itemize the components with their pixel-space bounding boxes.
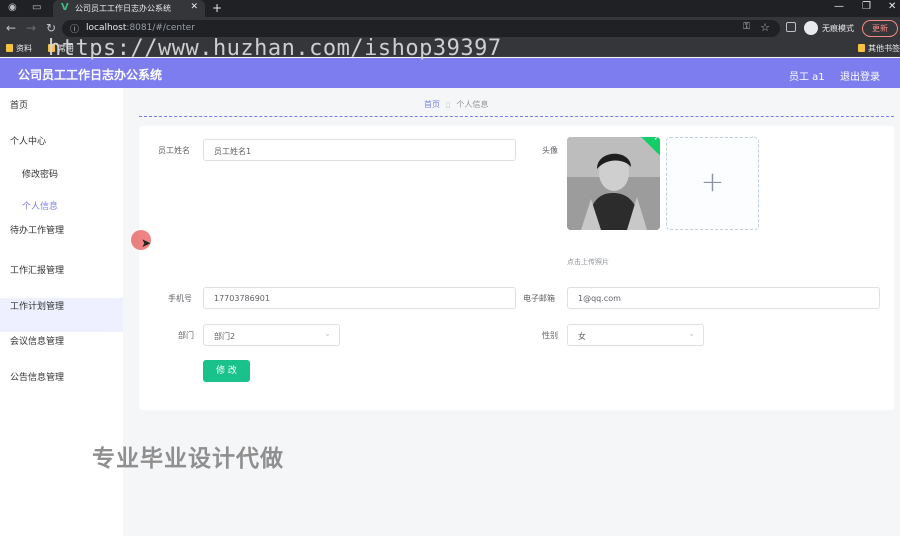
current-user: 员工 a1 xyxy=(789,72,825,83)
text-watermark: 专业毕业设计代做 xyxy=(92,446,284,472)
sidebar-item-work-report[interactable]: 工作汇报管理 xyxy=(10,263,64,276)
sidebar-item-home[interactable]: 首页 xyxy=(10,98,28,111)
tab-search-icon[interactable]: ▭ xyxy=(32,2,41,14)
avatar-image[interactable]: ✓ xyxy=(567,137,660,230)
url-watermark: https://www.huzhan.com/ishop39397 xyxy=(48,36,502,61)
forward-icon[interactable]: → xyxy=(26,21,36,35)
breadcrumb: 首页 ▯ 个人信息 xyxy=(424,99,488,110)
name-input[interactable]: 员工姓名1 xyxy=(203,139,516,161)
minimize-icon[interactable]: — xyxy=(834,1,844,12)
dept-select[interactable]: 部门2 ⌄ xyxy=(203,324,340,346)
phone-input[interactable]: 17703786901 xyxy=(203,287,516,309)
breadcrumb-separator-icon: ▯ xyxy=(446,100,451,109)
address-bar[interactable]: ⓘ localhost:8081/#/center ⚿ ☆ xyxy=(62,20,780,37)
breadcrumb-current: 个人信息 xyxy=(456,100,489,109)
folder-icon xyxy=(858,44,865,52)
avatar-photo xyxy=(567,137,660,230)
bookmark-folder-ziliao[interactable]: 资料 xyxy=(6,43,32,54)
sidebar-item-todo[interactable]: 待办工作管理 xyxy=(10,223,64,236)
gender-select[interactable]: 女 ⌄ xyxy=(567,324,704,346)
chrome-menu-icon[interactable]: ◉ xyxy=(8,2,17,14)
bookmark-folder-other[interactable]: 其他书签 xyxy=(858,43,900,54)
email-input[interactable]: 1@qq.com xyxy=(567,287,880,309)
browser-tab-active[interactable]: V 公司员工工作日志办公系统 ✕ xyxy=(53,0,205,17)
gender-selected-value: 女 xyxy=(578,332,586,341)
url-text: localhost:8081/#/center xyxy=(86,23,195,33)
password-key-icon[interactable]: ⚿ xyxy=(743,22,750,32)
sidebar-item-personal-info[interactable]: 个人信息 xyxy=(22,199,58,212)
mouse-cursor-icon: ➤ xyxy=(141,236,152,250)
sidebar-item-announcement[interactable]: 公告信息管理 xyxy=(10,370,64,383)
side-panel-icon[interactable] xyxy=(786,22,796,32)
upload-hint: 点击上传照片 xyxy=(567,258,609,266)
chevron-down-icon: ⌄ xyxy=(688,329,695,338)
breadcrumb-divider xyxy=(139,116,894,117)
sidebar-item-work-plan[interactable]: 工作计划管理 xyxy=(10,299,64,312)
dept-selected-value: 部门2 xyxy=(214,332,236,341)
name-label: 员工姓名 xyxy=(158,146,190,155)
bookmark-star-icon[interactable]: ☆ xyxy=(760,21,770,34)
maximize-icon[interactable]: ❐ xyxy=(862,1,871,12)
new-tab-button[interactable]: + xyxy=(212,1,222,15)
profile-form-card xyxy=(139,126,894,410)
check-icon: ✓ xyxy=(653,137,660,143)
close-tab-icon[interactable]: ✕ xyxy=(190,2,198,12)
sidebar-item-personal-center[interactable]: 个人中心 xyxy=(10,134,46,147)
app-header: 公司员工工作日志办公系统 员工 a1 退出登录 xyxy=(0,58,900,88)
avatar-upload-button[interactable]: + xyxy=(666,137,759,230)
site-info-icon[interactable]: ⓘ xyxy=(70,22,79,35)
email-label: 电子邮箱 xyxy=(523,294,555,303)
breadcrumb-home[interactable]: 首页 xyxy=(424,100,440,109)
phone-label: 手机号 xyxy=(168,294,192,303)
window-close-icon[interactable]: ✕ xyxy=(888,1,896,12)
app-title: 公司员工工作日志办公系统 xyxy=(18,68,163,82)
sidebar-item-change-password[interactable]: 修改密码 xyxy=(22,167,58,180)
gender-label: 性别 xyxy=(542,331,558,340)
back-icon[interactable]: ← xyxy=(6,21,16,35)
browser-tabstrip: ◉ ▭ V 公司员工工作日志办公系统 ✕ + — ❐ ✕ xyxy=(0,0,900,17)
incognito-icon[interactable] xyxy=(804,21,818,35)
submit-button[interactable]: 修 改 xyxy=(203,360,250,382)
update-button[interactable]: 更新 xyxy=(862,20,898,37)
vue-logo-icon: V xyxy=(61,2,69,13)
avatar-label: 头像 xyxy=(542,146,558,155)
chevron-down-icon: ⌄ xyxy=(324,329,331,338)
folder-icon xyxy=(6,44,13,52)
incognito-label: 无痕模式 xyxy=(822,24,854,33)
browser-tab-title: 公司员工工作日志办公系统 xyxy=(75,4,171,13)
reload-icon[interactable]: ↻ xyxy=(46,21,56,35)
logout-link[interactable]: 退出登录 xyxy=(840,68,880,83)
sidebar-item-meeting[interactable]: 会议信息管理 xyxy=(10,334,64,347)
plus-icon: + xyxy=(700,165,725,198)
dept-label: 部门 xyxy=(178,331,194,340)
